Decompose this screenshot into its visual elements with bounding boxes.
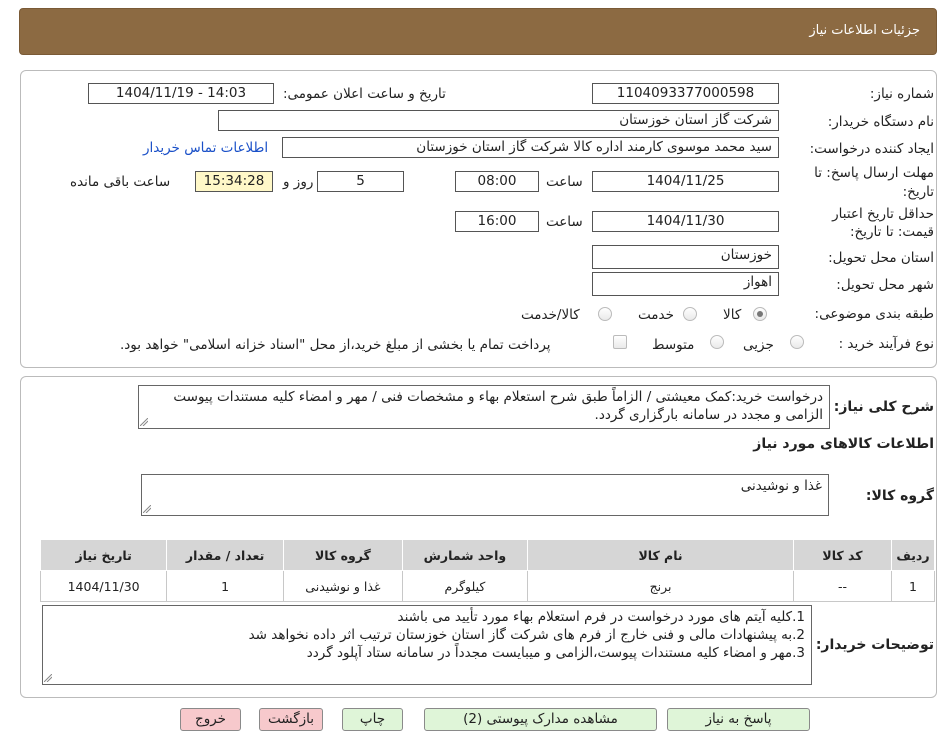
process-option-minor: جزیی xyxy=(743,337,774,353)
exit-button[interactable]: خروج xyxy=(180,708,241,731)
category-radio-goods-service[interactable] xyxy=(598,307,612,321)
process-radio-medium[interactable] xyxy=(710,335,724,349)
validity-date-field: 1404/11/30 xyxy=(592,211,779,232)
reply-deadline-label-2: تاریخ: xyxy=(902,184,934,200)
process-option-medium: متوسط xyxy=(652,337,695,353)
items-table: ردیف کد کالا نام کالا واحد شمارش گروه کا… xyxy=(39,539,936,602)
view-attachments-button[interactable]: مشاهده مدارک پیوستی (2) xyxy=(424,708,657,731)
need-number-label: شماره نیاز: xyxy=(869,86,934,102)
col-unit: واحد شمارش xyxy=(401,539,528,571)
category-option-service: خدمت xyxy=(638,307,674,323)
process-label: نوع فرآیند خرید : xyxy=(838,336,934,352)
category-option-goods: کالا xyxy=(723,307,742,323)
reply-deadline-label: مهلت ارسال پاسخ: تا xyxy=(814,165,934,181)
cell-item-name: برنج xyxy=(526,570,795,602)
goods-group-label: گروه کالا: xyxy=(865,488,934,504)
announce-field: 1404/11/19 - 14:03 xyxy=(88,83,274,104)
buyer-notes-field: 1.کلیه آیتم های مورد درخواست در فرم استع… xyxy=(42,605,812,685)
resize-handle-icon[interactable] xyxy=(143,505,151,513)
buyer-note-line: 1.کلیه آیتم های مورد درخواست در فرم استع… xyxy=(397,609,805,625)
announce-label: تاریخ و ساعت اعلان عمومی: xyxy=(283,86,446,102)
cell-item-code: -- xyxy=(793,570,892,602)
reply-button[interactable]: پاسخ به نیاز xyxy=(667,708,810,731)
page-title: جزئیات اطلاعات نیاز xyxy=(809,23,920,38)
radio-selected-dot xyxy=(757,311,763,317)
reply-time-label: ساعت xyxy=(546,174,583,190)
col-need-date: تاریخ نیاز xyxy=(39,539,168,571)
buyer-org-field: شرکت گاز استان خوزستان xyxy=(218,110,779,131)
process-radio-minor[interactable] xyxy=(790,335,804,349)
resize-handle-icon[interactable] xyxy=(44,674,52,682)
summary-text-content: درخواست خرید:کمک معیشتی / الزاماً طبق شر… xyxy=(173,389,823,423)
validity-label-2: قیمت: تا تاریخ: xyxy=(850,224,934,240)
reply-time-field: 08:00 xyxy=(455,171,539,192)
col-row-number: ردیف xyxy=(890,539,936,571)
cell-quantity: 1 xyxy=(166,570,284,602)
creator-label: ایجاد کننده درخواست: xyxy=(809,141,934,157)
remaining-time-field: 15:34:28 xyxy=(195,171,273,192)
goods-group-field: غذا و نوشیدنی xyxy=(141,474,829,516)
need-number-field: 1104093377000598 xyxy=(592,83,779,104)
table-row: 1 -- برنج کیلوگرم غذا و نوشیدنی 1 1404/1… xyxy=(39,570,936,602)
category-radio-goods[interactable] xyxy=(753,307,767,321)
cell-need-date: 1404/11/30 xyxy=(39,570,168,602)
col-item-name: نام کالا xyxy=(526,539,795,571)
buyer-org-label: نام دستگاه خریدار: xyxy=(827,114,934,130)
remaining-time-label: ساعت باقی مانده xyxy=(70,174,171,190)
category-option-goods-service: کالا/خدمت xyxy=(521,307,580,323)
cell-unit: کیلوگرم xyxy=(401,570,528,602)
resize-handle-icon[interactable] xyxy=(140,418,148,426)
province-label: استان محل تحویل: xyxy=(828,250,934,266)
page-header: جزئیات اطلاعات نیاز xyxy=(19,8,937,55)
print-button[interactable]: چاپ xyxy=(342,708,403,731)
table-header-row: ردیف کد کالا نام کالا واحد شمارش گروه کا… xyxy=(39,539,936,571)
province-field: خوزستان xyxy=(592,245,779,269)
validity-time-field: 16:00 xyxy=(455,211,539,232)
treasury-payment-checkbox[interactable] xyxy=(613,335,627,349)
cell-row-number: 1 xyxy=(890,570,936,602)
category-radio-service[interactable] xyxy=(683,307,697,321)
days-label: روز و xyxy=(283,174,314,190)
validity-label: حداقل تاریخ اعتبار xyxy=(832,206,934,222)
col-item-group: گروه کالا xyxy=(282,539,403,571)
summary-label: شرح کلی نیاز: xyxy=(833,399,934,415)
cell-item-group: غذا و نوشیدنی xyxy=(282,570,403,602)
city-label: شهر محل تحویل: xyxy=(836,277,934,293)
category-label: طبقه بندی موضوعی: xyxy=(814,306,934,322)
buyer-contact-link[interactable]: اطلاعات تماس خریدار xyxy=(143,140,268,156)
goods-group-value: غذا و نوشیدنی xyxy=(740,478,822,494)
col-quantity: تعداد / مقدار xyxy=(166,539,284,571)
creator-field: سید محمد موسوی کارمند اداره کالا شرکت گا… xyxy=(282,137,779,158)
validity-time-label: ساعت xyxy=(546,214,583,230)
reply-date-field: 1404/11/25 xyxy=(592,171,779,192)
buyer-note-line: 3.مهر و امضاء کلیه مستندات پیوست،الزامی … xyxy=(306,645,805,661)
back-button[interactable]: بازگشت xyxy=(259,708,323,731)
buyer-notes-label: توضیحات خریدار: xyxy=(815,637,934,653)
col-item-code: کد کالا xyxy=(793,539,892,571)
treasury-payment-note: پرداخت تمام یا بخشی از مبلغ خرید،از محل … xyxy=(120,337,551,353)
buyer-note-line: 2.به پیشنهادات مالی و فنی خارج از فرم ها… xyxy=(248,627,805,643)
days-field: 5 xyxy=(317,171,404,192)
city-field: اهواز xyxy=(592,272,779,296)
summary-text: درخواست خرید:کمک معیشتی / الزاماً طبق شر… xyxy=(138,385,830,429)
goods-section-title: اطلاعات کالاهای مورد نیاز xyxy=(753,436,934,452)
